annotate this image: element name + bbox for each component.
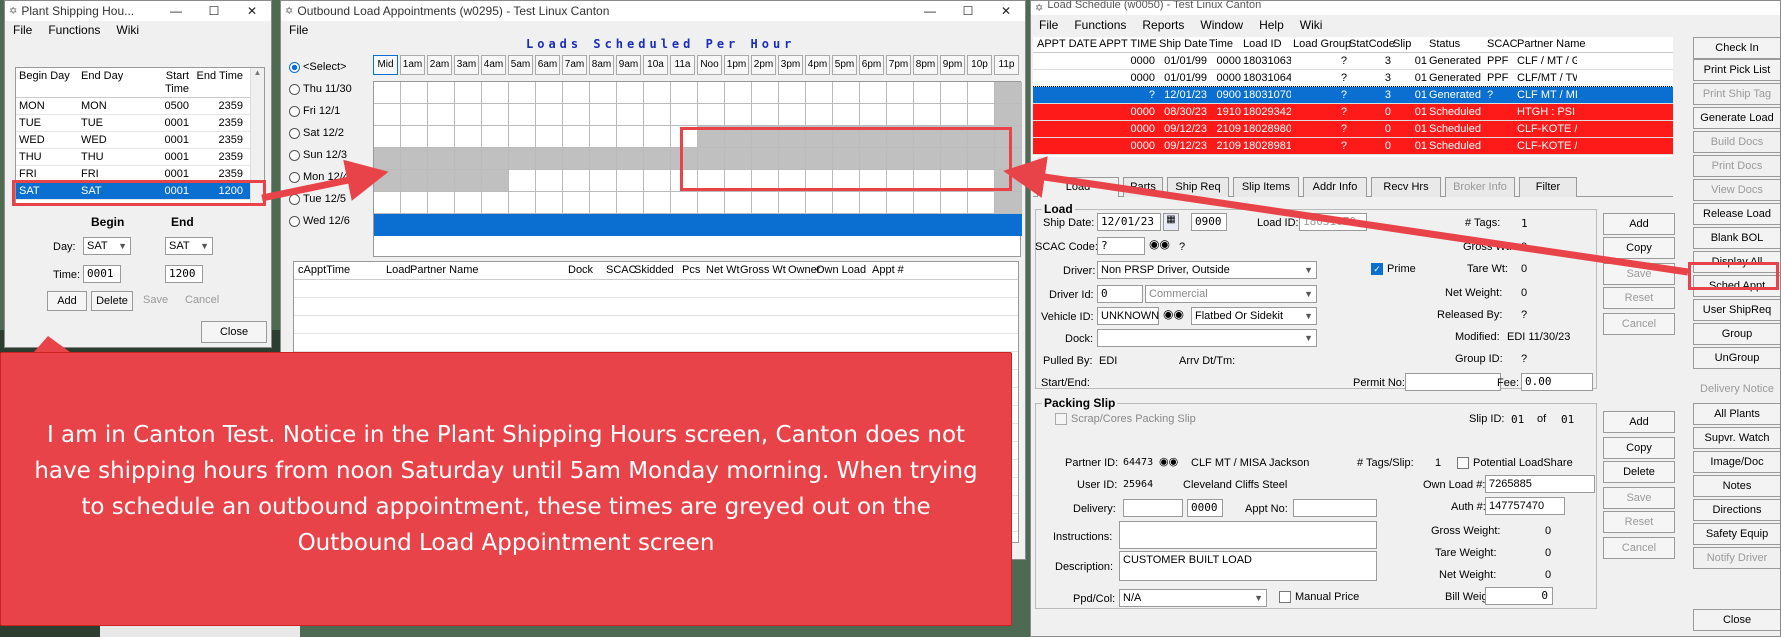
callout-pointer: [34, 336, 70, 352]
callout-text: I am in Canton Test. Notice in the Plant…: [34, 422, 978, 556]
arrow-to-grid: [261, 159, 389, 202]
annotation-callout: I am in Canton Test. Notice in the Plant…: [0, 352, 1012, 626]
arrow-from-button: [1003, 156, 1689, 276]
